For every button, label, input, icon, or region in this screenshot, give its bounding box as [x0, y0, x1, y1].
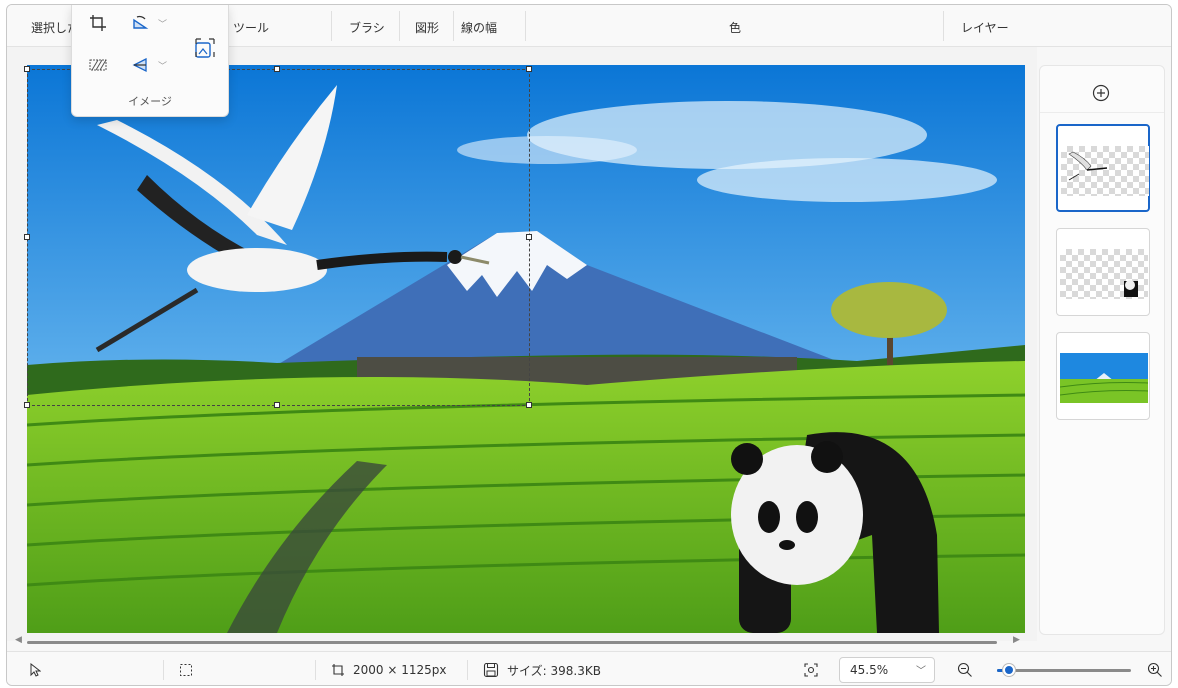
- toolbar-divider: [399, 11, 400, 41]
- zoom-in-icon: [1147, 662, 1162, 677]
- resize-icon: [195, 38, 215, 58]
- scroll-right-icon[interactable]: ▶: [1013, 635, 1020, 645]
- zoom-out-icon: [957, 662, 972, 677]
- paint-window: 選択した ツール ブラシ 図形 線の幅 色 レイヤー ﹀ ﹀ イメージ ◀ ▶ …: [6, 4, 1172, 686]
- plus-circle-icon: [1092, 84, 1110, 102]
- flip-button[interactable]: [126, 53, 154, 77]
- chevron-down-icon[interactable]: ﹀: [158, 17, 167, 30]
- zoom-select[interactable]: 45.5% ﹀: [839, 657, 935, 683]
- resize-handle[interactable]: [24, 234, 30, 240]
- status-bar: 2000 × 1125px サイズ: 398.3KB 45.5% ﹀: [7, 651, 1171, 685]
- toolbar-divider: [331, 11, 332, 41]
- image-flyout: ﹀ ﹀ イメージ: [71, 5, 229, 117]
- zoom-value: 45.5%: [850, 663, 889, 677]
- zoom-slider[interactable]: [997, 664, 1131, 676]
- resize-handle[interactable]: [274, 402, 280, 408]
- resize-handle[interactable]: [24, 66, 30, 72]
- canvas-area: [7, 47, 1037, 641]
- toolbar-divider: [525, 11, 526, 41]
- scroll-left-icon[interactable]: ◀: [15, 635, 22, 645]
- canvas-size-text: 2000 × 1125px: [353, 663, 447, 677]
- rotate-icon: [133, 15, 149, 29]
- color-tab[interactable]: 色: [729, 19, 741, 36]
- canvas-size: 2000 × 1125px: [331, 652, 447, 685]
- horizontal-scrollbar[interactable]: ◀ ▶: [15, 635, 1025, 647]
- status-divider: [467, 660, 468, 680]
- status-divider: [315, 660, 316, 680]
- status-divider: [163, 660, 164, 680]
- chevron-down-icon[interactable]: ﹀: [158, 59, 167, 72]
- pointer-position: [29, 652, 41, 685]
- scrollbar-thumb[interactable]: [27, 641, 997, 644]
- crop-button[interactable]: [84, 11, 112, 35]
- line-width-tab[interactable]: 線の幅: [461, 19, 497, 36]
- layer-thumbnail-background[interactable]: [1056, 332, 1150, 420]
- resize-button[interactable]: [188, 33, 222, 63]
- crop-icon: [90, 15, 106, 31]
- zoom-in-button[interactable]: [1147, 652, 1163, 685]
- selection-size: [179, 652, 193, 685]
- select-all-button[interactable]: [84, 53, 112, 77]
- flip-icon: [132, 57, 147, 73]
- panda-layer-preview: [1060, 249, 1148, 299]
- selection-rectangle[interactable]: [24, 66, 532, 408]
- toolbar-divider: [453, 11, 454, 41]
- zoom-slider-thumb[interactable]: [1003, 664, 1015, 676]
- hatch-select-icon: [89, 59, 107, 71]
- file-size-text: サイズ: 398.3KB: [507, 663, 601, 678]
- shapes-tab[interactable]: 図形: [415, 19, 439, 36]
- layers-tab[interactable]: レイヤー: [961, 19, 1009, 36]
- crane-layer-preview: [1061, 146, 1149, 196]
- brush-tab[interactable]: ブラシ: [349, 19, 385, 36]
- fit-to-window-button[interactable]: [803, 652, 819, 685]
- layer-thumbnail-panda[interactable]: [1056, 228, 1150, 316]
- resize-handle[interactable]: [526, 234, 532, 240]
- cursor-icon: [30, 663, 41, 677]
- layer-thumbnail-crane[interactable]: [1056, 124, 1150, 212]
- resize-handle[interactable]: [526, 402, 532, 408]
- panel-divider: [1040, 112, 1164, 113]
- add-layer-button[interactable]: [1090, 82, 1112, 104]
- selection-size-icon: [180, 664, 192, 676]
- file-size: サイズ: 398.3KB: [483, 652, 601, 685]
- zoom-out-button[interactable]: [957, 652, 973, 685]
- fit-to-window-icon: [804, 663, 818, 677]
- resize-handle[interactable]: [526, 66, 532, 72]
- save-icon: [483, 662, 499, 678]
- tools-tab[interactable]: ツール: [233, 19, 269, 36]
- image-group-label: イメージ: [128, 95, 172, 108]
- background-layer-preview: [1059, 353, 1149, 403]
- chevron-down-icon: ﹀: [916, 666, 926, 677]
- resize-handle[interactable]: [274, 66, 280, 72]
- toolbar-divider: [943, 11, 944, 41]
- layers-panel: [1039, 65, 1165, 635]
- canvas-size-icon: [332, 664, 344, 676]
- resize-handle[interactable]: [24, 402, 30, 408]
- rotate-button[interactable]: [126, 11, 154, 35]
